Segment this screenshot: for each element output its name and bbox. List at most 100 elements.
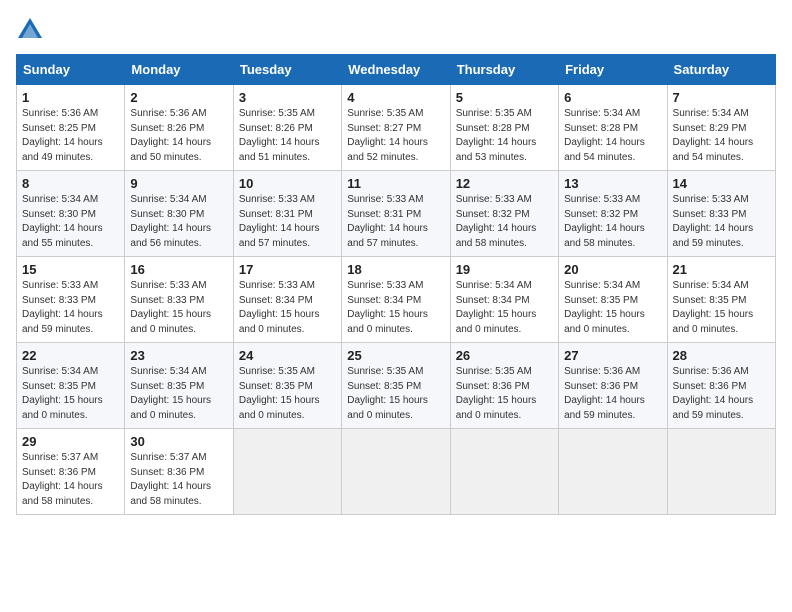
day-info: Sunrise: 5:34 AMSunset: 8:35 PMDaylight:… xyxy=(22,365,119,423)
day-info: Sunrise: 5:33 AMSunset: 8:31 PMDaylight:… xyxy=(347,193,444,251)
calendar-cell xyxy=(233,429,341,515)
calendar-cell: 10 Sunrise: 5:33 AMSunset: 8:31 PMDayligh… xyxy=(233,171,341,257)
day-info: Sunrise: 5:33 AMSunset: 8:34 PMDaylight:… xyxy=(239,279,336,337)
calendar-cell: 28 Sunrise: 5:36 AMSunset: 8:36 PMDayligh… xyxy=(667,343,775,429)
calendar-cell: 25 Sunrise: 5:35 AMSunset: 8:35 PMDayligh… xyxy=(342,343,450,429)
day-number: 26 xyxy=(456,348,553,363)
day-number: 8 xyxy=(22,176,119,191)
day-info: Sunrise: 5:35 AMSunset: 8:36 PMDaylight:… xyxy=(456,365,553,423)
day-number: 13 xyxy=(564,176,661,191)
calendar-cell: 19 Sunrise: 5:34 AMSunset: 8:34 PMDayligh… xyxy=(450,257,558,343)
day-number: 30 xyxy=(130,434,227,449)
day-number: 4 xyxy=(347,90,444,105)
day-info: Sunrise: 5:34 AMSunset: 8:35 PMDaylight:… xyxy=(564,279,661,337)
calendar-cell xyxy=(559,429,667,515)
day-info: Sunrise: 5:37 AMSunset: 8:36 PMDaylight:… xyxy=(22,451,119,509)
col-header-tuesday: Tuesday xyxy=(233,55,341,85)
day-info: Sunrise: 5:36 AMSunset: 8:36 PMDaylight:… xyxy=(673,365,770,423)
calendar-cell: 9 Sunrise: 5:34 AMSunset: 8:30 PMDaylight… xyxy=(125,171,233,257)
day-number: 17 xyxy=(239,262,336,277)
calendar-cell: 14 Sunrise: 5:33 AMSunset: 8:33 PMDayligh… xyxy=(667,171,775,257)
day-number: 10 xyxy=(239,176,336,191)
col-header-friday: Friday xyxy=(559,55,667,85)
calendar-cell: 29 Sunrise: 5:37 AMSunset: 8:36 PMDayligh… xyxy=(17,429,125,515)
day-info: Sunrise: 5:34 AMSunset: 8:34 PMDaylight:… xyxy=(456,279,553,337)
calendar-cell xyxy=(667,429,775,515)
calendar-cell: 16Sunrise: 5:33 AMSunset: 8:33 PMDayligh… xyxy=(125,257,233,343)
day-number: 9 xyxy=(130,176,227,191)
day-info: Sunrise: 5:34 AMSunset: 8:30 PMDaylight:… xyxy=(130,193,227,251)
calendar-cell: 12 Sunrise: 5:33 AMSunset: 8:32 PMDayligh… xyxy=(450,171,558,257)
calendar-cell: 21 Sunrise: 5:34 AMSunset: 8:35 PMDayligh… xyxy=(667,257,775,343)
day-number: 22 xyxy=(22,348,119,363)
day-number: 14 xyxy=(673,176,770,191)
day-number: 12 xyxy=(456,176,553,191)
day-number: 20 xyxy=(564,262,661,277)
day-info: Sunrise: 5:33 AMSunset: 8:32 PMDaylight:… xyxy=(456,193,553,251)
calendar-cell: 6 Sunrise: 5:34 AMSunset: 8:28 PMDaylight… xyxy=(559,85,667,171)
day-number: 18 xyxy=(347,262,444,277)
day-number: 24 xyxy=(239,348,336,363)
calendar-cell: 24 Sunrise: 5:35 AMSunset: 8:35 PMDayligh… xyxy=(233,343,341,429)
day-info: Sunrise: 5:37 AMSunset: 8:36 PMDaylight:… xyxy=(130,451,227,509)
logo-icon xyxy=(16,16,44,44)
col-header-monday: Monday xyxy=(125,55,233,85)
day-info: Sunrise: 5:34 AMSunset: 8:28 PMDaylight:… xyxy=(564,107,661,165)
day-info: Sunrise: 5:33 AMSunset: 8:31 PMDaylight:… xyxy=(239,193,336,251)
day-info: Sunrise: 5:35 AMSunset: 8:35 PMDaylight:… xyxy=(239,365,336,423)
day-info: Sunrise: 5:35 AMSunset: 8:28 PMDaylight:… xyxy=(456,107,553,165)
calendar-cell: 2Sunrise: 5:36 AMSunset: 8:26 PMDaylight… xyxy=(125,85,233,171)
header xyxy=(16,16,776,44)
day-info: Sunrise: 5:33 AMSunset: 8:33 PMDaylight:… xyxy=(22,279,119,337)
day-info: Sunrise: 5:36 AMSunset: 8:36 PMDaylight:… xyxy=(564,365,661,423)
day-number: 23 xyxy=(130,348,227,363)
calendar-cell: 1 Sunrise: 5:36 AMSunset: 8:25 PMDaylight… xyxy=(17,85,125,171)
day-number: 15 xyxy=(22,262,119,277)
calendar-cell: 7Sunrise: 5:34 AMSunset: 8:29 PMDaylight… xyxy=(667,85,775,171)
day-number: 7 xyxy=(673,90,770,105)
day-number: 25 xyxy=(347,348,444,363)
day-info: Sunrise: 5:33 AMSunset: 8:33 PMDaylight:… xyxy=(673,193,770,251)
day-info: Sunrise: 5:36 AMSunset: 8:25 PMDaylight:… xyxy=(22,107,119,165)
day-number: 21 xyxy=(673,262,770,277)
day-number: 2 xyxy=(130,90,227,105)
day-number: 29 xyxy=(22,434,119,449)
col-header-wednesday: Wednesday xyxy=(342,55,450,85)
calendar-cell: 18 Sunrise: 5:33 AMSunset: 8:34 PMDayligh… xyxy=(342,257,450,343)
day-info: Sunrise: 5:34 AMSunset: 8:35 PMDaylight:… xyxy=(673,279,770,337)
calendar-cell: 13 Sunrise: 5:33 AMSunset: 8:32 PMDayligh… xyxy=(559,171,667,257)
day-info: Sunrise: 5:33 AMSunset: 8:34 PMDaylight:… xyxy=(347,279,444,337)
calendar-cell: 27 Sunrise: 5:36 AMSunset: 8:36 PMDayligh… xyxy=(559,343,667,429)
day-info: Sunrise: 5:33 AMSunset: 8:32 PMDaylight:… xyxy=(564,193,661,251)
calendar-cell: 26 Sunrise: 5:35 AMSunset: 8:36 PMDayligh… xyxy=(450,343,558,429)
day-number: 19 xyxy=(456,262,553,277)
calendar-cell: 22 Sunrise: 5:34 AMSunset: 8:35 PMDayligh… xyxy=(17,343,125,429)
day-number: 5 xyxy=(456,90,553,105)
day-number: 27 xyxy=(564,348,661,363)
day-info: Sunrise: 5:35 AMSunset: 8:35 PMDaylight:… xyxy=(347,365,444,423)
day-number: 11 xyxy=(347,176,444,191)
calendar-cell: 8 Sunrise: 5:34 AMSunset: 8:30 PMDaylight… xyxy=(17,171,125,257)
calendar-cell: 17 Sunrise: 5:33 AMSunset: 8:34 PMDayligh… xyxy=(233,257,341,343)
calendar-cell: 23 Sunrise: 5:34 AMSunset: 8:35 PMDayligh… xyxy=(125,343,233,429)
col-header-sunday: Sunday xyxy=(17,55,125,85)
day-number: 3 xyxy=(239,90,336,105)
day-info: Sunrise: 5:35 AMSunset: 8:27 PMDaylight:… xyxy=(347,107,444,165)
day-info: Sunrise: 5:34 AMSunset: 8:35 PMDaylight:… xyxy=(130,365,227,423)
calendar-cell: 20 Sunrise: 5:34 AMSunset: 8:35 PMDayligh… xyxy=(559,257,667,343)
calendar-cell: 4 Sunrise: 5:35 AMSunset: 8:27 PMDaylight… xyxy=(342,85,450,171)
day-info: Sunrise: 5:34 AMSunset: 8:30 PMDaylight:… xyxy=(22,193,119,251)
calendar-cell: 3 Sunrise: 5:35 AMSunset: 8:26 PMDaylight… xyxy=(233,85,341,171)
day-number: 6 xyxy=(564,90,661,105)
calendar-cell xyxy=(342,429,450,515)
calendar-cell: 30 Sunrise: 5:37 AMSunset: 8:36 PMDayligh… xyxy=(125,429,233,515)
day-number: 28 xyxy=(673,348,770,363)
calendar-cell: 11 Sunrise: 5:33 AMSunset: 8:31 PMDayligh… xyxy=(342,171,450,257)
calendar-cell: 5 Sunrise: 5:35 AMSunset: 8:28 PMDaylight… xyxy=(450,85,558,171)
day-number: 1 xyxy=(22,90,119,105)
day-number: 16 xyxy=(130,262,227,277)
col-header-saturday: Saturday xyxy=(667,55,775,85)
calendar-cell: 15 Sunrise: 5:33 AMSunset: 8:33 PMDayligh… xyxy=(17,257,125,343)
logo xyxy=(16,16,48,44)
day-info: Sunrise: 5:35 AMSunset: 8:26 PMDaylight:… xyxy=(239,107,336,165)
